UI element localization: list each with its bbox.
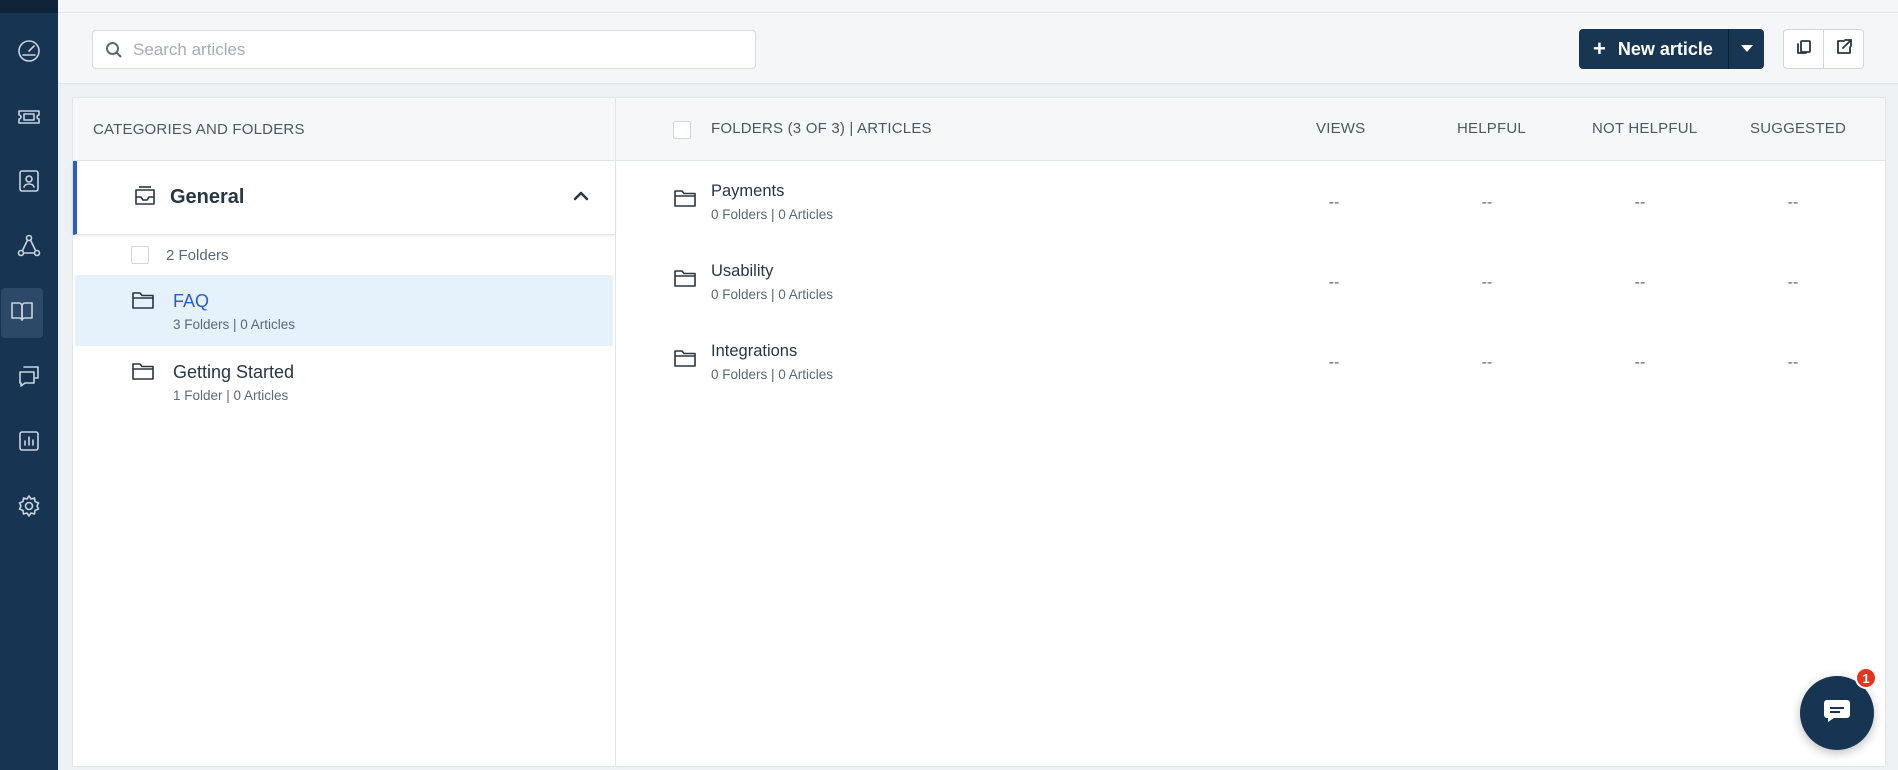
cell-not-helpful: -- [1634, 274, 1646, 291]
external-link-icon [1835, 38, 1853, 61]
table-header: FOLDERS (3 OF 3) | ARTICLES VIEWS HELPFU… [616, 98, 1885, 161]
inbox-icon [133, 185, 157, 207]
cell-views: -- [1328, 194, 1340, 211]
copy-icon [1795, 38, 1813, 61]
row-name[interactable]: Usability [711, 262, 773, 281]
row-meta: 0 Folders | 0 Articles [711, 207, 834, 222]
category-title: General [170, 186, 245, 208]
cell-views: -- [1328, 274, 1340, 291]
chevron-up-icon[interactable] [573, 189, 589, 201]
cell-suggested: -- [1787, 194, 1799, 211]
header-helpful[interactable]: HELPFUL [1457, 120, 1526, 137]
nav-item-social[interactable] [0, 223, 58, 273]
top-strip [58, 0, 1898, 13]
copy-button[interactable] [1783, 29, 1824, 69]
dashboard-icon [16, 38, 42, 69]
tickets-icon [16, 104, 42, 135]
folder-meta: 1 Folder | 0 Articles [173, 388, 289, 403]
header-views[interactable]: VIEWS [1316, 120, 1365, 137]
table-row[interactable]: Usability 0 Folders | 0 Articles -- -- -… [616, 241, 1885, 321]
settings-icon [16, 493, 42, 524]
categories-header: CATEGORIES AND FOLDERS [73, 98, 615, 161]
table-row[interactable]: Integrations 0 Folders | 0 Articles -- -… [616, 321, 1885, 401]
nav-item-settings[interactable] [0, 483, 58, 533]
new-article-button-group: + New article [1579, 29, 1764, 69]
folder-name: Getting Started [173, 362, 295, 382]
header-suggested[interactable]: SUGGESTED [1750, 120, 1846, 137]
search-box[interactable] [92, 30, 756, 69]
categories-panel: CATEGORIES AND FOLDERS General 2 Folders… [73, 98, 616, 766]
folder-icon [131, 289, 155, 311]
folder-icon [673, 347, 697, 374]
nav-item-reports[interactable] [0, 418, 58, 468]
cell-not-helpful: -- [1634, 354, 1646, 371]
category-general[interactable]: General [73, 161, 615, 235]
new-article-button[interactable]: + New article [1579, 29, 1729, 69]
nav-item-tickets[interactable] [0, 94, 58, 144]
contacts-icon [16, 168, 42, 199]
folders-table: FOLDERS (3 OF 3) | ARTICLES VIEWS HELPFU… [616, 98, 1885, 766]
cell-helpful: -- [1481, 354, 1493, 371]
reports-icon [16, 428, 42, 459]
search-input[interactable] [133, 39, 755, 60]
chat-icon [1822, 698, 1852, 729]
plus-icon: + [1593, 36, 1606, 61]
row-name[interactable]: Payments [711, 182, 784, 201]
folder-item-getting-started[interactable]: Getting Started 1 Folder | 0 Articles [75, 346, 613, 417]
nav-item-dashboard[interactable] [0, 28, 58, 78]
nav-item-contacts[interactable] [0, 158, 58, 208]
cell-helpful: -- [1481, 194, 1493, 211]
folder-icon [673, 187, 697, 214]
cell-helpful: -- [1481, 274, 1493, 291]
folder-item-faq[interactable]: FAQ 3 Folders | 0 Articles [75, 275, 613, 346]
cell-suggested: -- [1787, 354, 1799, 371]
content-panel: CATEGORIES AND FOLDERS General 2 Folders… [72, 97, 1886, 767]
select-all-folders-checkbox[interactable] [131, 246, 149, 264]
folder-meta: 3 Folders | 0 Articles [173, 317, 296, 332]
cell-not-helpful: -- [1634, 194, 1646, 211]
conversations-icon [16, 363, 42, 394]
new-article-dropdown-button[interactable] [1729, 29, 1764, 69]
search-icon [105, 41, 123, 59]
row-meta: 0 Folders | 0 Articles [711, 367, 834, 382]
select-all-checkbox[interactable] [673, 121, 691, 139]
new-article-label: New article [1617, 38, 1713, 59]
table-row[interactable]: Payments 0 Folders | 0 Articles -- -- --… [616, 161, 1885, 241]
nav-item-knowledge-base[interactable] [1, 288, 43, 338]
folder-icon [673, 267, 697, 294]
cell-views: -- [1328, 354, 1340, 371]
caret-down-icon [1740, 40, 1753, 58]
cell-suggested: -- [1787, 274, 1799, 291]
nav-item-conversations[interactable] [0, 353, 58, 403]
folder-count-row: 2 Folders [73, 235, 615, 275]
nav-rail-top [0, 0, 58, 13]
folder-name: FAQ [173, 291, 210, 311]
knowledge-base-icon [9, 298, 35, 329]
folder-count-label: 2 Folders [166, 246, 229, 264]
header-folders-articles: FOLDERS (3 OF 3) | ARTICLES [711, 120, 932, 137]
folder-icon [131, 360, 155, 382]
open-external-button[interactable] [1823, 29, 1864, 69]
nav-rail [0, 0, 58, 770]
chat-notification-badge: 1 [1855, 667, 1877, 689]
row-meta: 0 Folders | 0 Articles [711, 287, 834, 302]
row-name[interactable]: Integrations [711, 342, 797, 361]
social-icon [16, 233, 42, 264]
header-not-helpful[interactable]: NOT HELPFUL [1592, 120, 1697, 137]
